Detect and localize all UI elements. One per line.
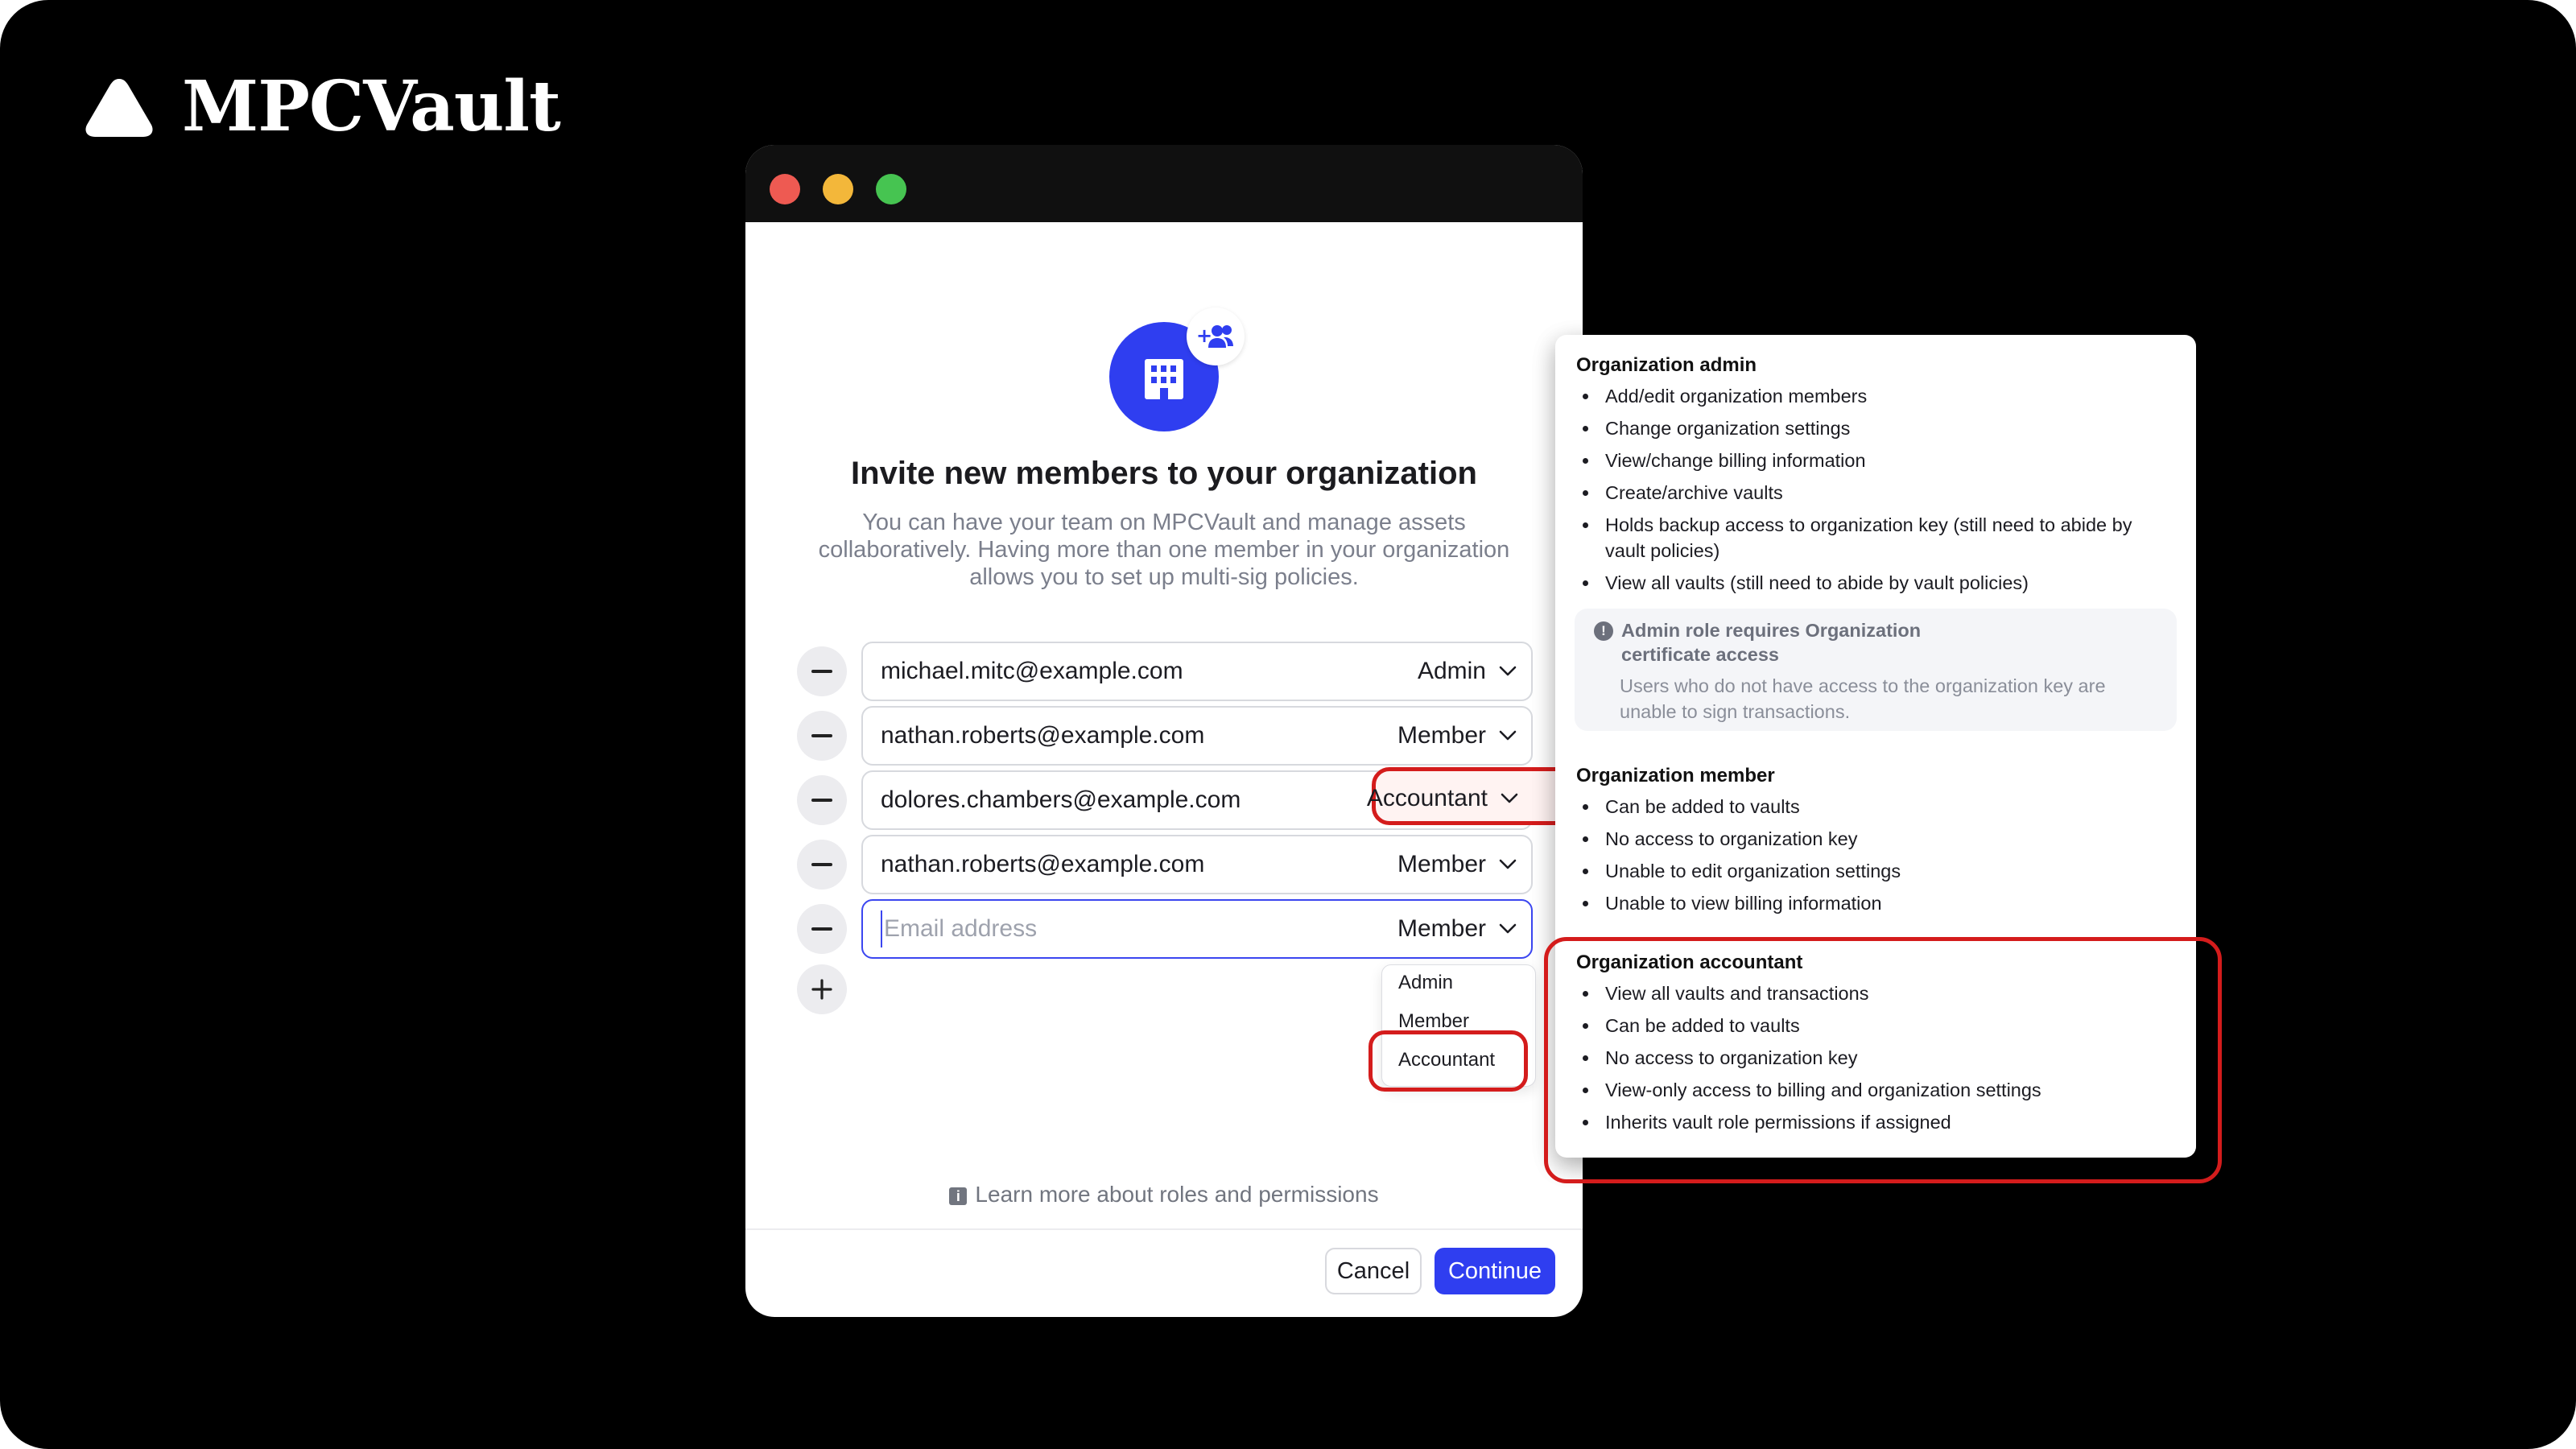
member-permissions-list: Can be added to vaults No access to orga… — [1576, 794, 2172, 923]
role-select[interactable]: Accountant — [1367, 770, 1518, 827]
list-item: No access to organization key — [1576, 826, 2172, 852]
minimize-window-button[interactable] — [823, 174, 853, 204]
admin-permissions-title: Organization admin — [1576, 354, 1757, 376]
role-value: Member — [1397, 851, 1486, 877]
list-item: Unable to edit organization settings — [1576, 858, 2172, 884]
close-window-button[interactable] — [770, 174, 800, 204]
member-row: nathan.roberts@example.com Member — [797, 835, 1536, 894]
role-option-member[interactable]: Member — [1398, 1010, 1469, 1033]
minus-icon — [811, 863, 832, 866]
minus-icon — [811, 799, 832, 802]
list-item: View/change billing information — [1576, 448, 2172, 473]
chevron-down-icon — [1499, 859, 1517, 869]
minus-icon — [811, 670, 832, 673]
list-item: Can be added to vaults — [1576, 794, 2172, 819]
minus-icon — [811, 927, 832, 931]
email-field[interactable]: nathan.roberts@example.com Member — [861, 835, 1533, 894]
role-select[interactable]: Member — [1397, 836, 1517, 893]
role-value: Admin — [1417, 658, 1486, 684]
role-value: Member — [1397, 915, 1486, 942]
brand-logo: MPCVault — [84, 66, 561, 147]
learn-more-link[interactable]: i Learn more about roles and permissions — [745, 1182, 1583, 1208]
email-value: michael.mitc@example.com — [881, 658, 1183, 684]
new-email-field: Member — [861, 899, 1533, 959]
list-item: Add/edit organization members — [1576, 383, 2172, 409]
member-row: nathan.roberts@example.com Member — [797, 706, 1536, 766]
remove-row-button[interactable] — [797, 840, 847, 890]
brand-name: MPCVault — [182, 66, 561, 147]
add-users-icon: + — [1187, 308, 1245, 365]
member-row: michael.mitc@example.com Admin — [797, 642, 1536, 701]
learn-more-label: Learn more about roles and permissions — [975, 1182, 1379, 1207]
role-select[interactable]: Admin — [1418, 643, 1517, 700]
email-value: dolores.chambers@example.com — [881, 786, 1241, 813]
remove-row-button[interactable] — [797, 711, 847, 761]
email-field[interactable]: nathan.roberts@example.com Member — [861, 706, 1533, 766]
remove-row-button[interactable] — [797, 646, 847, 696]
email-field[interactable]: michael.mitc@example.com Admin — [861, 642, 1533, 701]
role-value: Member — [1397, 722, 1486, 749]
list-item: View all vaults (still need to abide by … — [1576, 570, 2172, 596]
footer-divider — [745, 1228, 1583, 1230]
list-item: Unable to view billing information — [1576, 890, 2172, 916]
alert-icon: ! — [1594, 621, 1613, 641]
email-value: nathan.roberts@example.com — [881, 851, 1205, 877]
member-row: dolores.chambers@example.com Accountant — [797, 767, 1586, 830]
role-value: Accountant — [1366, 785, 1488, 811]
admin-note: ! Admin role requires Organization certi… — [1575, 609, 2177, 731]
accountant-section-highlight — [1544, 937, 2222, 1183]
chevron-down-icon — [1499, 923, 1517, 934]
triangle-logo-icon — [85, 79, 153, 137]
cancel-button[interactable]: Cancel — [1325, 1248, 1422, 1294]
email-value: nathan.roberts@example.com — [881, 722, 1205, 749]
add-row-button[interactable] — [797, 964, 847, 1014]
plus-icon — [811, 979, 832, 1000]
accountant-option-highlight — [1368, 1030, 1528, 1092]
invite-title: Invite new members to your organization — [851, 456, 1477, 491]
chevron-down-icon — [1501, 793, 1518, 803]
remove-row-button[interactable] — [797, 904, 847, 954]
admin-permissions-list: Add/edit organization members Change org… — [1576, 383, 2172, 602]
remove-row-button[interactable] — [797, 775, 847, 825]
role-select[interactable]: Member — [1397, 708, 1517, 764]
window-titlebar — [745, 145, 1583, 222]
list-item: Holds backup access to organization key … — [1576, 512, 2172, 564]
stage: MPCVault + Invite new members to your or… — [0, 0, 2576, 1449]
minus-icon — [811, 734, 832, 737]
chevron-down-icon — [1499, 666, 1517, 676]
list-item: Change organization settings — [1576, 415, 2172, 441]
email-input[interactable] — [881, 910, 1335, 947]
member-permissions-title: Organization member — [1576, 765, 1775, 786]
continue-button[interactable]: Continue — [1435, 1248, 1555, 1294]
list-item: Create/archive vaults — [1576, 480, 2172, 506]
role-select[interactable]: Member — [1397, 901, 1517, 957]
admin-note-title: Admin role requires Organization certifi… — [1621, 620, 1922, 665]
invite-description: You can have your team on MPCVault and m… — [818, 510, 1510, 590]
info-icon: i — [949, 1187, 968, 1205]
chevron-down-icon — [1499, 730, 1517, 741]
new-member-row: Member — [797, 899, 1536, 959]
zoom-window-button[interactable] — [876, 174, 906, 204]
role-option-admin[interactable]: Admin — [1398, 972, 1453, 994]
admin-note-body: Users who do not have access to the orga… — [1620, 675, 2106, 722]
